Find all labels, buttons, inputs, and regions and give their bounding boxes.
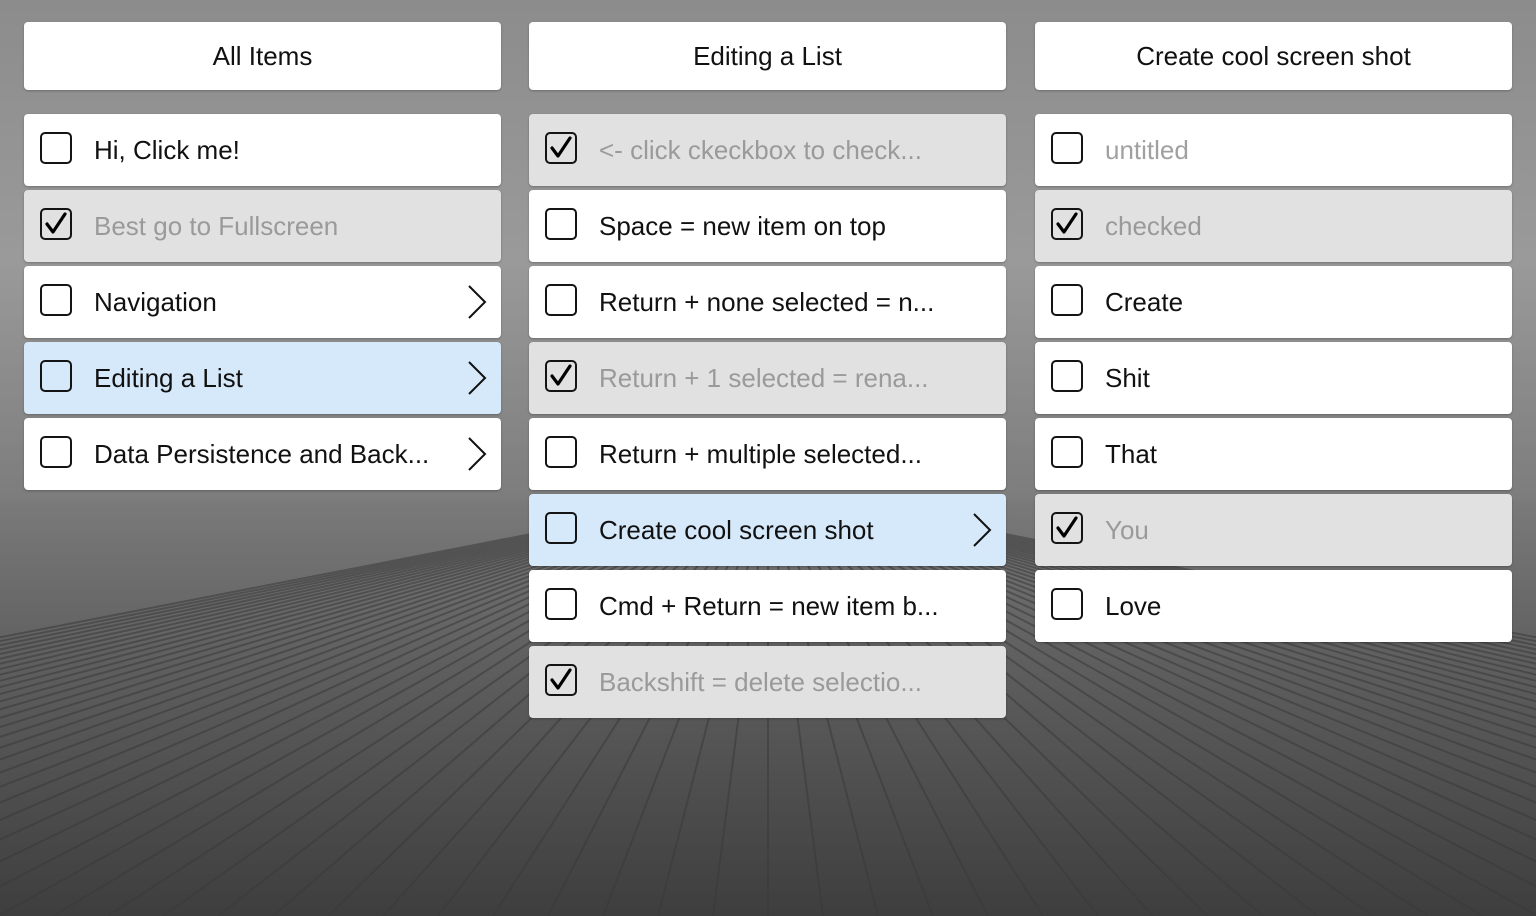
checkbox-icon[interactable]: [545, 436, 577, 468]
checkbox-icon[interactable]: [545, 664, 577, 696]
list-item-label[interactable]: Create cool screen shot: [599, 494, 946, 566]
checkbox-icon[interactable]: [40, 436, 72, 468]
list-item-label[interactable]: Return + multiple selected...: [599, 418, 946, 490]
list-item[interactable]: Backshift = delete selectio...: [529, 646, 1006, 718]
list-item-label[interactable]: <- click ckeckbox to check...: [599, 114, 946, 186]
checkbox-icon[interactable]: [40, 132, 72, 164]
item-list: Hi, Click me! Best go to Fullscreen Naviga…: [24, 114, 501, 490]
list-item[interactable]: untitled: [1035, 114, 1512, 186]
list-item[interactable]: Create cool screen shot: [529, 494, 1006, 566]
list-item-label[interactable]: Hi, Click me!: [94, 114, 441, 186]
checkbox-icon[interactable]: [40, 284, 72, 316]
column-title: All Items: [212, 40, 313, 71]
checkbox-icon[interactable]: [545, 284, 577, 316]
list-item-label[interactable]: Best go to Fullscreen: [94, 190, 441, 262]
list-item-label[interactable]: Love: [1105, 570, 1452, 642]
checkbox-icon[interactable]: [545, 208, 577, 240]
list-item[interactable]: Navigation: [24, 266, 501, 338]
list-item-label[interactable]: Cmd + Return = new item b...: [599, 570, 946, 642]
checkmark-icon: [550, 668, 572, 690]
item-list: untitled checked Create Shit That You Love: [1035, 114, 1512, 642]
column-title: Create cool screen shot: [1136, 40, 1411, 71]
list-item-label[interactable]: checked: [1105, 190, 1452, 262]
list-item[interactable]: Return + 1 selected = rena...: [529, 342, 1006, 414]
list-item[interactable]: Love: [1035, 570, 1512, 642]
column-header[interactable]: All Items: [24, 22, 501, 90]
checkbox-icon[interactable]: [40, 360, 72, 392]
checkbox-icon[interactable]: [40, 208, 72, 240]
chevron-right-icon[interactable]: [465, 436, 489, 472]
chevron-right-icon[interactable]: [465, 360, 489, 396]
list-item[interactable]: Return + multiple selected...: [529, 418, 1006, 490]
chevron-right-icon[interactable]: [465, 284, 489, 320]
checkbox-icon[interactable]: [545, 588, 577, 620]
checkbox-icon[interactable]: [1051, 436, 1083, 468]
checkbox-icon[interactable]: [1051, 208, 1083, 240]
column-all-items: All Items Hi, Click me! Best go to Fullsc…: [24, 22, 501, 494]
list-item-label[interactable]: untitled: [1105, 114, 1452, 186]
checkbox-icon[interactable]: [545, 512, 577, 544]
list-item[interactable]: Shit: [1035, 342, 1512, 414]
checkbox-icon[interactable]: [1051, 512, 1083, 544]
checkbox-icon[interactable]: [1051, 284, 1083, 316]
checkbox-icon[interactable]: [1051, 588, 1083, 620]
list-item[interactable]: You: [1035, 494, 1512, 566]
list-item[interactable]: Editing a List: [24, 342, 501, 414]
list-item[interactable]: <- click ckeckbox to check...: [529, 114, 1006, 186]
list-item[interactable]: Data Persistence and Back...: [24, 418, 501, 490]
item-list: <- click ckeckbox to check... Space = new…: [529, 114, 1006, 718]
list-item-label[interactable]: Create: [1105, 266, 1452, 338]
checkmark-icon: [1056, 516, 1078, 538]
checkmark-icon: [550, 364, 572, 386]
list-item[interactable]: Space = new item on top: [529, 190, 1006, 262]
checkbox-icon[interactable]: [545, 132, 577, 164]
list-item-label[interactable]: You: [1105, 494, 1452, 566]
list-item-label[interactable]: Return + 1 selected = rena...: [599, 342, 946, 414]
list-item[interactable]: Return + none selected = n...: [529, 266, 1006, 338]
list-item-label[interactable]: Return + none selected = n...: [599, 266, 946, 338]
list-item-label[interactable]: Editing a List: [94, 342, 441, 414]
list-item[interactable]: Create: [1035, 266, 1512, 338]
column-create-cool-screen-shot: Create cool screen shot untitled checked C…: [1035, 22, 1512, 646]
list-item[interactable]: Cmd + Return = new item b...: [529, 570, 1006, 642]
chevron-right-icon[interactable]: [970, 512, 994, 548]
list-item[interactable]: That: [1035, 418, 1512, 490]
checkbox-icon[interactable]: [1051, 132, 1083, 164]
column-title: Editing a List: [693, 40, 842, 71]
checkbox-icon[interactable]: [545, 360, 577, 392]
checkbox-icon[interactable]: [1051, 360, 1083, 392]
list-item-label[interactable]: Navigation: [94, 266, 441, 338]
list-item-label[interactable]: Backshift = delete selectio...: [599, 646, 946, 718]
list-item-label[interactable]: Data Persistence and Back...: [94, 418, 441, 490]
list-item-label[interactable]: That: [1105, 418, 1452, 490]
checkmark-icon: [550, 136, 572, 158]
list-item[interactable]: Hi, Click me!: [24, 114, 501, 186]
list-item-label[interactable]: Space = new item on top: [599, 190, 946, 262]
column-header[interactable]: Editing a List: [529, 22, 1006, 90]
checkmark-icon: [1056, 212, 1078, 234]
list-item[interactable]: Best go to Fullscreen: [24, 190, 501, 262]
column-header[interactable]: Create cool screen shot: [1035, 22, 1512, 90]
column-editing-a-list: Editing a List <- click ckeckbox to chec…: [529, 22, 1006, 722]
list-item-label[interactable]: Shit: [1105, 342, 1452, 414]
checkmark-icon: [45, 212, 67, 234]
list-item[interactable]: checked: [1035, 190, 1512, 262]
